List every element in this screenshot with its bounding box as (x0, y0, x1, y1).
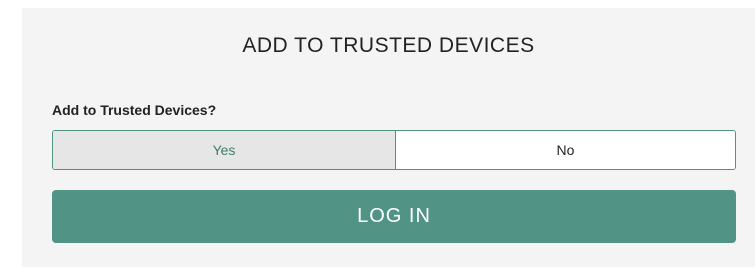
trusted-devices-panel: ADD TO TRUSTED DEVICES Add to Trusted De… (22, 8, 755, 267)
login-button[interactable]: LOG IN (52, 190, 736, 243)
panel-title: ADD TO TRUSTED DEVICES (242, 34, 535, 57)
trusted-devices-question: Add to Trusted Devices? (52, 102, 217, 118)
no-option[interactable]: No (396, 131, 735, 169)
yes-option[interactable]: Yes (53, 131, 396, 169)
trusted-devices-toggle: Yes No (52, 130, 736, 170)
